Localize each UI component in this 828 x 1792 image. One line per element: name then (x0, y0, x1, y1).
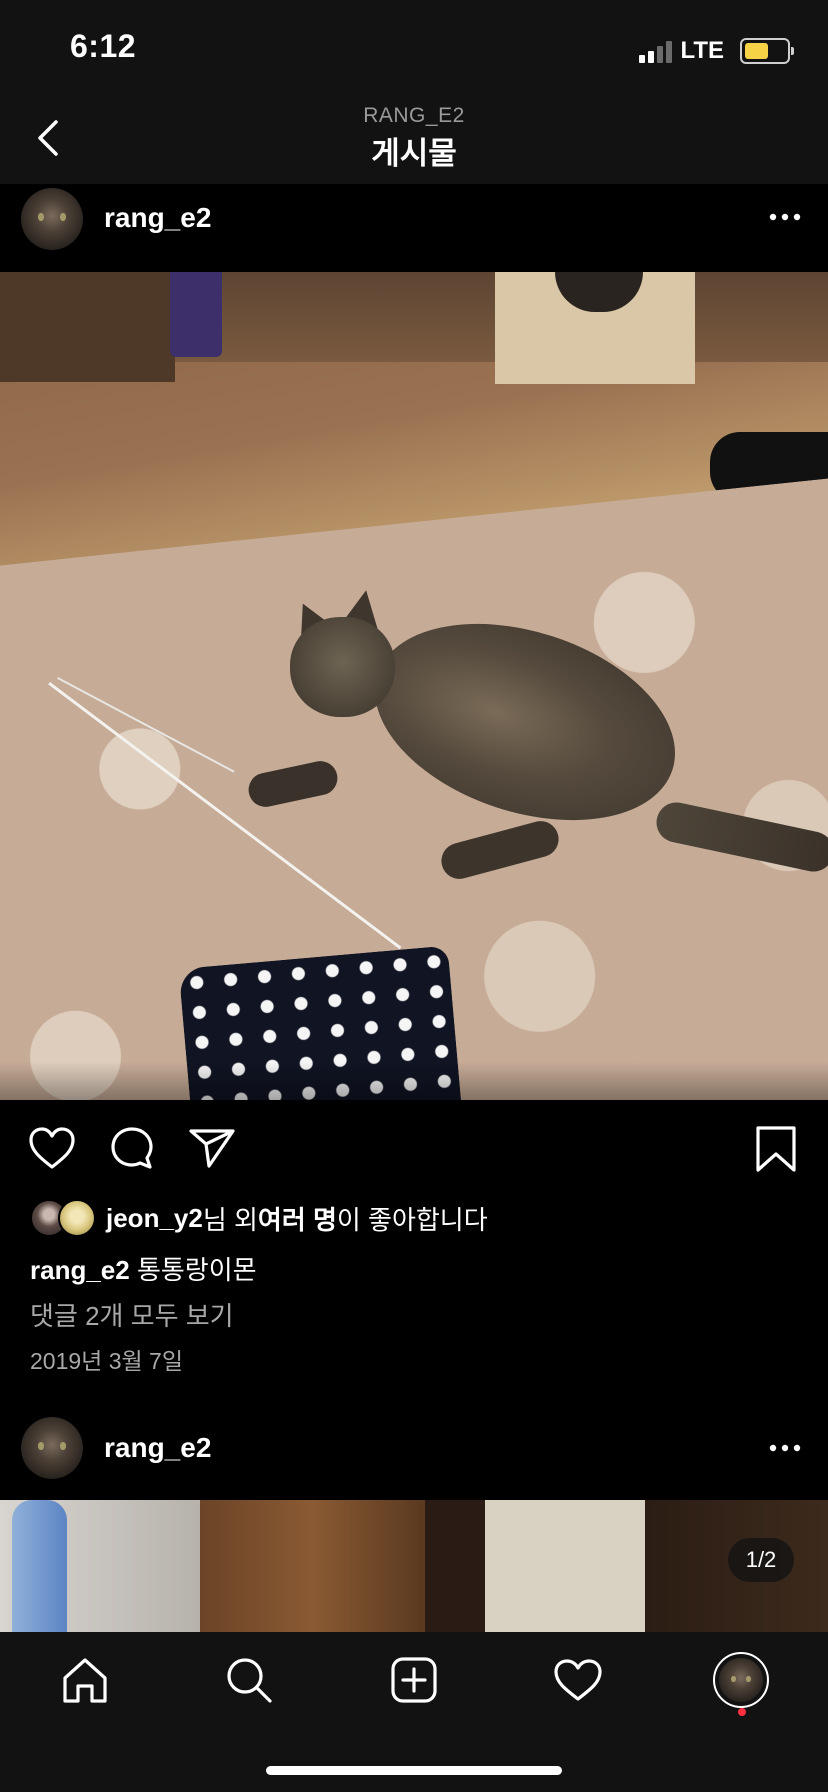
post-caption: rang_e2 통통랑이몬 (30, 1250, 257, 1287)
background-cabinet (0, 272, 175, 382)
likes-summary[interactable]: jeon_y2 님 외 여러 명이 좋아합니다 (30, 1198, 488, 1238)
page-title: 게시물 (371, 136, 457, 171)
post-date: 2019년 3월 7일 (30, 1348, 184, 1374)
like-heart-icon[interactable] (27, 1125, 77, 1171)
profile-tab[interactable] (713, 1652, 769, 1708)
activity-heart-icon[interactable] (550, 1652, 606, 1708)
share-send-icon[interactable] (187, 1126, 237, 1170)
post-photo[interactable] (0, 272, 828, 1100)
more-options-icon[interactable] (767, 205, 803, 229)
signal-icon (639, 39, 673, 63)
save-bookmark-icon[interactable] (754, 1124, 798, 1174)
add-post-icon[interactable] (386, 1652, 442, 1708)
carousel-counter: 1/2 (728, 1538, 794, 1582)
likes-others[interactable]: 여러 명 (258, 1200, 337, 1237)
likes-text: 이 좋아합니다 (336, 1204, 488, 1235)
status-indicators: LTE (639, 34, 794, 68)
likes-text: 님 외 (202, 1204, 258, 1235)
post-username[interactable]: rang_e2 (104, 202, 211, 234)
post-avatar[interactable] (21, 188, 83, 250)
battery-icon (740, 38, 794, 64)
next-post-photo[interactable] (0, 1500, 828, 1632)
view-comments-link[interactable]: 댓글 2개 모두 보기 (30, 1296, 234, 1333)
home-indicator[interactable] (266, 1766, 562, 1775)
cat-head (290, 617, 395, 717)
notification-dot (738, 1708, 746, 1716)
caption-username[interactable]: rang_e2 (30, 1255, 130, 1285)
more-options-icon[interactable] (767, 1436, 803, 1460)
comment-bubble-icon[interactable] (108, 1125, 156, 1173)
blue-bottle (12, 1500, 67, 1632)
next-post-avatar[interactable] (21, 1417, 83, 1479)
liker-avatar (58, 1199, 96, 1237)
home-icon[interactable] (57, 1652, 113, 1708)
next-post-username[interactable]: rang_e2 (104, 1432, 211, 1464)
caption-text: 통통랑이몬 (129, 1255, 257, 1285)
status-time: 6:12 (70, 28, 137, 64)
network-label: LTE (680, 37, 724, 64)
liker-username[interactable]: jeon_y2 (106, 1203, 203, 1234)
profile-avatar (719, 1658, 763, 1702)
nav-username: RANG_E2 (363, 104, 465, 127)
search-icon[interactable] (221, 1652, 277, 1708)
